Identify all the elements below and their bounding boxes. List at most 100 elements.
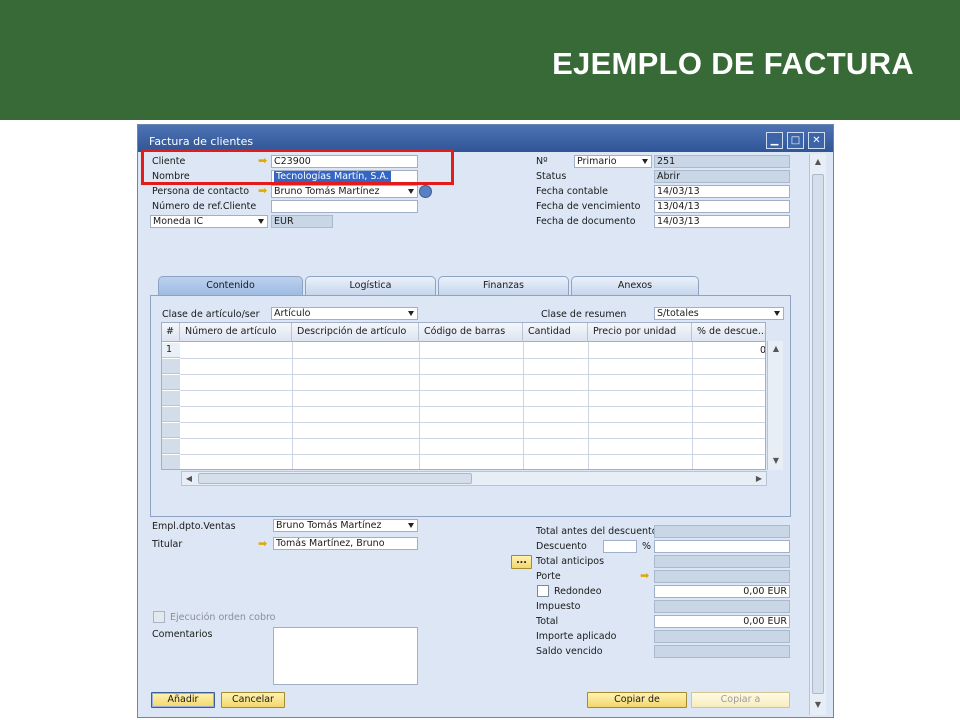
grid-vscrollbar[interactable]: ▲ ▼ <box>767 341 783 470</box>
contact-details-icon[interactable] <box>419 185 432 198</box>
grid-line <box>180 374 765 375</box>
grid-line <box>588 342 589 469</box>
series-dropdown[interactable]: Primario <box>574 155 652 168</box>
titular-label: Titular <box>152 539 183 550</box>
porte-field <box>654 570 790 583</box>
porte-label: Porte <box>536 571 561 582</box>
grid-line <box>180 438 765 439</box>
grid-line <box>180 358 765 359</box>
row-number[interactable] <box>162 407 180 422</box>
total-field[interactable]: 0,00 EUR <box>654 615 790 628</box>
row-number[interactable] <box>162 423 180 438</box>
row-number[interactable] <box>162 391 180 406</box>
link-arrow-icon[interactable]: ➡ <box>258 185 269 196</box>
doc-number-field: 251 <box>654 155 790 168</box>
window-titlebar[interactable]: Factura de clientes ▁ □ ✕ <box>138 125 833 152</box>
slide-title: EJEMPLO DE FACTURA <box>552 46 914 81</box>
scroll-up-icon[interactable]: ▲ <box>769 342 783 356</box>
ejecucion-checkbox[interactable] <box>153 611 165 623</box>
row-number[interactable]: 1 <box>162 343 180 358</box>
column-header[interactable]: # <box>162 323 180 342</box>
grid-line <box>692 342 693 469</box>
scroll-left-icon[interactable]: ◀ <box>182 472 196 485</box>
anticipos-field <box>654 555 790 568</box>
cancelar-button[interactable]: Cancelar <box>221 692 285 708</box>
copiar-de-button[interactable]: Copiar de <box>587 692 687 708</box>
fecha-doc-field[interactable]: 14/03/13 <box>654 215 790 228</box>
grid-line <box>180 422 765 423</box>
minimize-icon[interactable]: ▁ <box>766 132 783 149</box>
status-field: Abrir <box>654 170 790 183</box>
close-icon[interactable]: ✕ <box>808 132 825 149</box>
antes-label: Total antes del descuento <box>536 526 658 537</box>
window-title: Factura de clientes <box>149 135 254 148</box>
window-scrollbar[interactable]: ▲ ▼ <box>809 154 826 715</box>
grid-hscrollbar[interactable]: ◀ ▶ <box>181 471 767 486</box>
fecha-doc-label: Fecha de documento <box>536 216 636 227</box>
row-number[interactable] <box>162 455 180 469</box>
row-number[interactable] <box>162 439 180 454</box>
redondeo-label: Redondeo <box>554 586 602 597</box>
grid-line <box>523 342 524 469</box>
moneda-dropdown[interactable]: Moneda IC <box>150 215 268 228</box>
discount-cell[interactable]: 0 <box>760 345 765 356</box>
redondeo-field[interactable]: 0,00 EUR <box>654 585 790 598</box>
descuento-field[interactable] <box>654 540 790 553</box>
clase-dropdown[interactable]: Artículo <box>271 307 418 320</box>
column-header[interactable]: Código de barras <box>419 323 523 342</box>
aplicado-field <box>654 630 790 643</box>
resumen-label: Clase de resumen <box>541 309 627 320</box>
descuento-label: Descuento <box>536 541 587 552</box>
fecha-venc-label: Fecha de vencimiento <box>536 201 641 212</box>
total-label: Total <box>536 616 559 627</box>
anticipos-button[interactable]: ... <box>511 555 532 569</box>
status-label: Status <box>536 171 567 182</box>
maximize-icon[interactable]: □ <box>787 132 804 149</box>
anadir-button[interactable]: Añadir <box>151 692 215 708</box>
column-header[interactable]: Cantidad <box>523 323 588 342</box>
highlight-box <box>141 149 454 185</box>
tab-finanzas[interactable]: Finanzas <box>438 276 569 295</box>
items-table: # Número de artículo Descripción de artí… <box>161 322 766 470</box>
persona-dropdown[interactable]: Bruno Tomás Martínez <box>271 185 418 198</box>
row-number[interactable] <box>162 375 180 390</box>
link-arrow-icon[interactable]: ➡ <box>258 538 269 549</box>
aplicado-label: Importe aplicado <box>536 631 617 642</box>
clase-label: Clase de artículo/ser <box>162 309 260 320</box>
fecha-venc-field[interactable]: 13/04/13 <box>654 200 790 213</box>
grid-line <box>180 406 765 407</box>
column-header[interactable]: Descripción de artículo <box>292 323 419 342</box>
column-header[interactable]: Número de artículo <box>180 323 292 342</box>
hscroll-thumb[interactable] <box>198 473 472 484</box>
scroll-right-icon[interactable]: ▶ <box>752 472 766 485</box>
column-header[interactable]: % de descue... <box>692 323 765 342</box>
row-number[interactable] <box>162 359 180 374</box>
tab-contenido[interactable]: Contenido <box>158 276 303 295</box>
scroll-down-icon[interactable]: ▼ <box>811 698 825 712</box>
grid-line <box>180 454 765 455</box>
moneda-field: EUR <box>271 215 333 228</box>
impuesto-label: Impuesto <box>536 601 581 612</box>
column-header[interactable]: Precio por unidad <box>588 323 692 342</box>
persona-label: Persona de contacto <box>152 186 250 197</box>
link-arrow-icon[interactable]: ➡ <box>640 570 651 581</box>
fecha-contable-label: Fecha contable <box>536 186 608 197</box>
grid-line <box>180 390 765 391</box>
scroll-down-icon[interactable]: ▼ <box>769 454 783 468</box>
antes-field <box>654 525 790 538</box>
comentarios-textarea[interactable] <box>273 627 418 685</box>
descuento-pct-field[interactable] <box>603 540 637 553</box>
redondeo-checkbox[interactable] <box>537 585 549 597</box>
anticipos-label: Total anticipos <box>536 556 605 567</box>
resumen-dropdown[interactable]: S/totales <box>654 307 784 320</box>
tab-logistica[interactable]: Logística <box>305 276 436 295</box>
ref-field[interactable] <box>271 200 418 213</box>
no-label: Nº <box>536 156 548 167</box>
scroll-thumb[interactable] <box>812 174 824 694</box>
empl-dropdown[interactable]: Bruno Tomás Martínez <box>273 519 418 532</box>
tab-anexos[interactable]: Anexos <box>571 276 699 295</box>
ref-label: Número de ref.Cliente <box>152 201 257 212</box>
fecha-contable-field[interactable]: 14/03/13 <box>654 185 790 198</box>
scroll-up-icon[interactable]: ▲ <box>811 155 825 169</box>
titular-field[interactable]: Tomás Martínez, Bruno <box>273 537 418 550</box>
